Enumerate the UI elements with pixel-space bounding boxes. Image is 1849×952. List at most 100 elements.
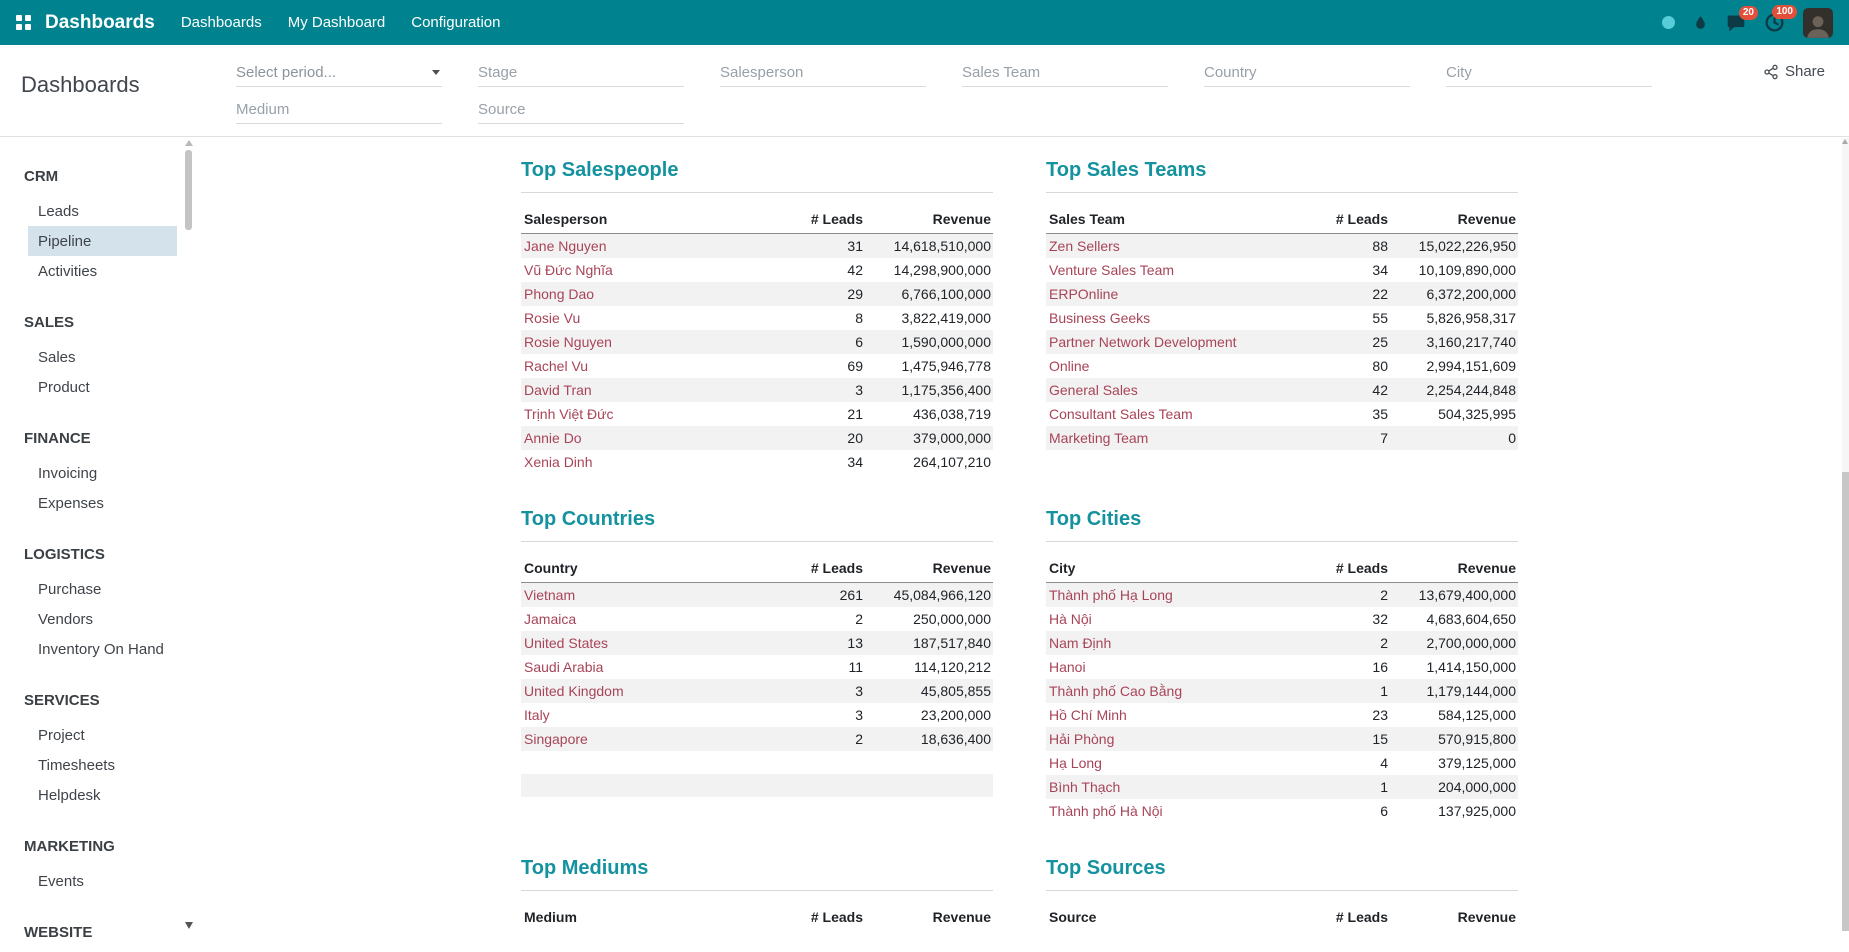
record-link[interactable]: United Kingdom (521, 679, 785, 703)
record-link[interactable]: Venture Sales Team (1046, 258, 1310, 282)
share-button[interactable]: Share (1763, 63, 1825, 80)
page-scroll-up-arrow-icon[interactable] (1842, 139, 1848, 144)
menu-item-dashboards[interactable]: Dashboards (181, 14, 262, 31)
table-row: Hanoi161,414,150,000 (1046, 655, 1518, 679)
table-row: Jane Nguyen3114,618,510,000 (521, 234, 993, 259)
salesperson-filter-input[interactable] (720, 59, 926, 87)
period-select[interactable]: Select period... (236, 59, 442, 87)
record-link[interactable]: Trịnh Việt Đức (521, 402, 785, 426)
cell-value: 3,160,217,740 (1390, 330, 1518, 354)
record-link[interactable]: Singapore (521, 727, 785, 751)
table-row (521, 797, 993, 820)
record-link[interactable]: Jamaica (521, 607, 785, 631)
cell-value: 35 (1310, 402, 1390, 426)
sidebar-item-activities[interactable]: Activities (28, 256, 177, 286)
record-link[interactable]: Italy (521, 703, 785, 727)
scroll-up-arrow-icon[interactable] (185, 140, 193, 146)
cell-value: 22 (1310, 282, 1390, 306)
sidebar-item-invoicing[interactable]: Invoicing (28, 458, 177, 488)
country-filter-input[interactable] (1204, 59, 1410, 87)
sidebar-item-vendors[interactable]: Vendors (28, 604, 177, 634)
medium-filter-input[interactable] (236, 96, 442, 124)
cell-value: 1 (1310, 775, 1390, 799)
widget-title: Top Salespeople (521, 159, 993, 193)
record-link[interactable]: Bình Thạch (1046, 775, 1310, 799)
record-link[interactable]: Consultant Sales Team (1046, 402, 1310, 426)
record-link[interactable]: Hà Nội (1046, 607, 1310, 631)
page-scrollbar-thumb[interactable] (1842, 472, 1849, 931)
table-row (1046, 450, 1518, 473)
record-link[interactable]: Hải Phòng (1046, 727, 1310, 751)
sidebar-item-sales[interactable]: Sales (28, 342, 177, 372)
record-link[interactable]: Rosie Vu (521, 306, 785, 330)
record-link[interactable]: Rachel Vu (521, 354, 785, 378)
record-link (1046, 450, 1310, 473)
sidebar-scrollbar-thumb[interactable] (185, 150, 192, 230)
record-link[interactable]: Thành phố Hà Nội (1046, 799, 1310, 823)
sidebar-item-timesheets[interactable]: Timesheets (28, 750, 177, 780)
sidebar-item-inventory-on-hand[interactable]: Inventory On Hand (28, 634, 177, 664)
record-link[interactable]: Phong Dao (521, 282, 785, 306)
record-link[interactable]: Jane Nguyen (521, 234, 785, 259)
table-row: Thành phố Hà Nội6137,925,000 (1046, 799, 1518, 823)
city-filter-input[interactable] (1446, 59, 1652, 87)
sidebar-item-pipeline[interactable]: Pipeline (28, 226, 177, 256)
record-link[interactable]: Annie Do (521, 426, 785, 450)
stage-filter-input[interactable] (478, 59, 684, 87)
sidebar-item-events[interactable]: Events (28, 866, 177, 896)
record-link[interactable]: David Tran (521, 378, 785, 402)
record-link[interactable]: Online (1046, 354, 1310, 378)
cell-value: 80 (1310, 354, 1390, 378)
activities-clock-icon[interactable]: 100 (1764, 12, 1785, 33)
record-link[interactable]: Thành phố Hạ Long (1046, 583, 1310, 608)
record-link[interactable]: Nam Định (1046, 631, 1310, 655)
cell-value: 25 (1310, 330, 1390, 354)
app-brand[interactable]: Dashboards (45, 12, 155, 34)
record-link[interactable]: Hạ Long (1046, 751, 1310, 775)
scroll-down-arrow-icon[interactable] (185, 922, 193, 929)
record-link[interactable]: Rosie Nguyen (521, 330, 785, 354)
sidebar-item-product[interactable]: Product (28, 372, 177, 402)
record-link[interactable]: United States (521, 631, 785, 655)
record-link[interactable]: Marketing Team (1046, 426, 1310, 450)
record-link[interactable]: Vũ Đức Nghĩa (521, 258, 785, 282)
sidebar-item-expenses[interactable]: Expenses (28, 488, 177, 518)
messages-icon[interactable]: 20 (1726, 13, 1746, 33)
cell-value: 42 (1310, 378, 1390, 402)
cell-value: 4 (1310, 751, 1390, 775)
record-link[interactable]: Vietnam (521, 583, 785, 608)
sidebar-scrollbar[interactable] (185, 138, 193, 931)
record-link[interactable]: Saudi Arabia (521, 655, 785, 679)
chevron-down-icon (432, 70, 440, 75)
cell-value: 3 (785, 378, 865, 402)
sales-team-filter-input[interactable] (962, 59, 1168, 87)
widget-top-cities: Top Cities City# LeadsRevenueThành phố H… (1046, 508, 1518, 823)
apps-grid-icon[interactable] (16, 15, 31, 30)
column-header-country: Country (521, 556, 785, 583)
sidebar-item-project[interactable]: Project (28, 720, 177, 750)
record-link[interactable]: Hanoi (1046, 655, 1310, 679)
sidebar-item-leads[interactable]: Leads (28, 196, 177, 226)
record-link[interactable]: Xenia Dinh (521, 450, 785, 474)
record-link[interactable]: Hồ Chí Minh (1046, 703, 1310, 727)
cell-value: 2 (785, 727, 865, 751)
record-link[interactable]: Partner Network Development (1046, 330, 1310, 354)
sidebar-item-purchase[interactable]: Purchase (28, 574, 177, 604)
cell-value (1390, 450, 1518, 473)
record-link[interactable]: ERPOnline (1046, 282, 1310, 306)
record-link[interactable]: Business Geeks (1046, 306, 1310, 330)
record-link[interactable]: Thành phố Cao Bằng (1046, 679, 1310, 703)
page-scrollbar[interactable] (1842, 138, 1849, 931)
user-avatar[interactable] (1803, 8, 1833, 38)
sidebar-section-heading: FINANCE (0, 428, 196, 458)
cell-value: 5,826,958,317 (1390, 306, 1518, 330)
ink-drop-icon[interactable] (1693, 13, 1708, 32)
table-row: Hải Phòng15570,915,800 (1046, 727, 1518, 751)
record-link[interactable]: General Sales (1046, 378, 1310, 402)
menu-item-configuration[interactable]: Configuration (411, 14, 500, 31)
sidebar-section-website: WEBSITE (0, 922, 196, 952)
sidebar-item-helpdesk[interactable]: Helpdesk (28, 780, 177, 810)
source-filter-input[interactable] (478, 96, 684, 124)
record-link[interactable]: Zen Sellers (1046, 234, 1310, 259)
menu-item-my-dashboard[interactable]: My Dashboard (288, 14, 386, 31)
